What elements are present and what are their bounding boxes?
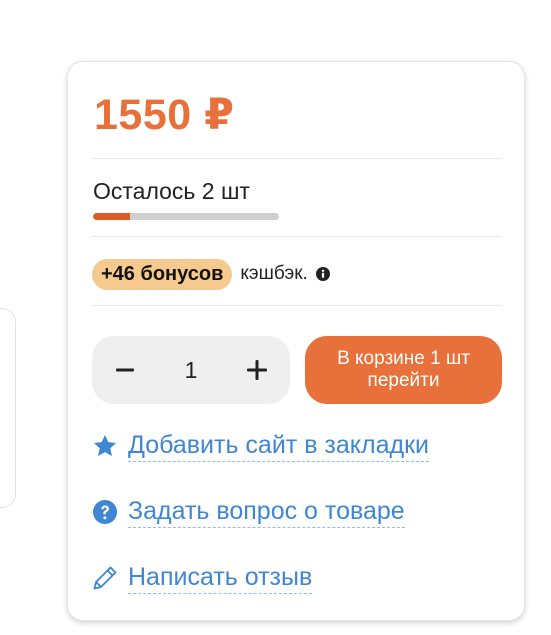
product-buy-card: 1550 ₽ Осталось 2 шт +46 бонусов кэшбэк.… [67,61,525,621]
cashback-label: кэшбэк. [240,263,308,284]
bookmark-link-text[interactable]: Добавить сайт в закладки [128,430,429,462]
stock-remaining-label: Осталось 2 шт [93,178,250,204]
star-icon [92,433,118,459]
bookmark-link[interactable]: Добавить сайт в закладки [92,430,429,462]
minus-icon[interactable] [112,357,138,383]
divider [92,158,502,159]
quantity-value[interactable]: 1 [185,357,198,384]
product-price: 1550 ₽ [94,91,235,139]
bonus-row: +46 бонусов кэшбэк. [92,258,330,290]
write-review-link-text[interactable]: Написать отзыв [128,562,313,594]
plus-icon[interactable] [244,357,270,383]
quantity-stepper: 1 [92,336,290,404]
divider [92,236,502,237]
question-circle-icon [92,499,118,525]
divider [92,305,502,306]
stock-level-fill [93,213,131,220]
stock-level-bar [93,213,279,220]
adjacent-card-edge [0,308,16,508]
pencil-icon [92,565,118,591]
info-icon[interactable] [315,267,330,281]
go-to-cart-label: перейти [367,370,440,391]
in-cart-label: В корзине 1 шт [337,348,470,369]
bonus-badge: +46 бонусов [92,258,233,290]
ask-question-link[interactable]: Задать вопрос о товаре [92,496,405,528]
ask-question-link-text[interactable]: Задать вопрос о товаре [128,496,405,528]
write-review-link[interactable]: Написать отзыв [92,562,313,594]
in-cart-button[interactable]: В корзине 1 шт перейти [305,336,502,404]
